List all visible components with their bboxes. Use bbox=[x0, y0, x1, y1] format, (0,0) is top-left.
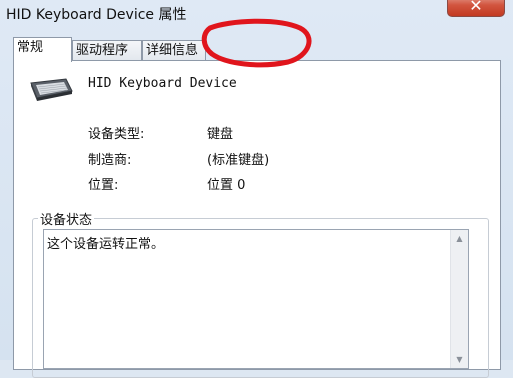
location-value: 位置 0 bbox=[207, 178, 246, 193]
general-tab-panel: HID Keyboard Device 设备类型: 键盘 制造商: (标准键盘)… bbox=[13, 60, 501, 378]
tab-details[interactable]: 详细信息 bbox=[142, 40, 206, 60]
properties-dialog: HID Keyboard Device 属性 ✕ 常规 驱动程序 详细信息 HI… bbox=[0, 0, 513, 378]
tab-label: 驱动程序 bbox=[76, 43, 129, 58]
tab-driver[interactable]: 驱动程序 bbox=[72, 40, 142, 60]
manufacturer-label: 制造商: bbox=[88, 153, 132, 168]
device-status-text: 这个设备运转正常。 bbox=[47, 237, 165, 252]
close-button[interactable]: ✕ bbox=[447, 0, 505, 17]
window-title: HID Keyboard Device 属性 bbox=[6, 7, 187, 23]
manufacturer-value: (标准键盘) bbox=[207, 153, 270, 168]
tab-label: 详细信息 bbox=[146, 43, 199, 58]
tab-general[interactable]: 常规 bbox=[13, 37, 72, 62]
scroll-up-icon[interactable]: ▲ bbox=[451, 230, 468, 247]
tab-label: 常规 bbox=[17, 40, 44, 55]
title-bar[interactable]: HID Keyboard Device 属性 ✕ bbox=[0, 0, 513, 27]
keyboard-icon bbox=[30, 78, 73, 101]
device-type-value: 键盘 bbox=[207, 127, 234, 142]
device-status-textbox[interactable]: 这个设备运转正常。 ▲ ▼ bbox=[43, 229, 469, 369]
device-status-label: 设备状态 bbox=[38, 209, 95, 228]
vertical-scrollbar[interactable]: ▲ ▼ bbox=[450, 230, 468, 368]
tab-strip: 常规 驱动程序 详细信息 bbox=[0, 37, 513, 62]
location-label: 位置: bbox=[88, 178, 119, 193]
close-icon: ✕ bbox=[469, 0, 483, 15]
device-type-label: 设备类型: bbox=[88, 127, 145, 142]
device-name: HID Keyboard Device bbox=[88, 76, 237, 91]
